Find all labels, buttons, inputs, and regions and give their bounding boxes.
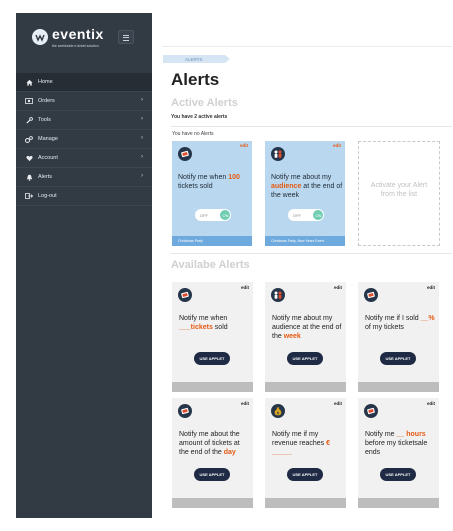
edit-link[interactable]: edit bbox=[334, 401, 342, 406]
chevron-right-icon: › bbox=[141, 154, 143, 160]
section-divider bbox=[171, 253, 452, 254]
available-alert-card: edit Notify me if I sold __% of my ticke… bbox=[358, 282, 439, 392]
empty-alert-slot[interactable]: Activate your Alert from the list bbox=[358, 141, 440, 246]
available-alert-card: edit Notify me __ hours before my ticket… bbox=[358, 398, 439, 508]
toggle-off-label: OFF bbox=[200, 212, 208, 218]
sidebar-item-alerts[interactable]: Alerts › bbox=[16, 168, 152, 187]
active-alert-card[interactable]: edit Notify me when 100 tickets sold OFF… bbox=[172, 141, 252, 246]
brand-name: eventix bbox=[52, 26, 104, 42]
home-icon bbox=[25, 78, 33, 86]
edit-link[interactable]: edit bbox=[240, 143, 248, 148]
sidebar-item-label: Tools bbox=[38, 117, 51, 123]
use-applet-button[interactable]: USE APPLET bbox=[287, 352, 323, 365]
ticket-icon bbox=[178, 404, 192, 418]
ticket-icon bbox=[178, 147, 192, 161]
active-alert-card[interactable]: edit Notify me about my audience at the … bbox=[265, 141, 345, 246]
sidebar-item-home[interactable]: Home bbox=[16, 73, 152, 92]
orders-icon bbox=[25, 97, 33, 105]
available-alert-card: edit Notify me about the amount of ticke… bbox=[172, 398, 253, 508]
card-footer: Christmas Party, New Years Event bbox=[265, 236, 345, 246]
page-title: Alerts bbox=[171, 70, 220, 89]
alert-text: Notify me __ hours before my ticketsale … bbox=[365, 431, 428, 456]
sidebar-item-account[interactable]: Account › bbox=[16, 149, 152, 168]
sidebar-item-label: Manage bbox=[38, 136, 58, 142]
card-footer bbox=[172, 498, 253, 508]
breadcrumb-label: ALERTS bbox=[185, 56, 203, 62]
alert-text: Notify me about the amount of tickets at… bbox=[179, 431, 240, 456]
alert-text: Notify me when 100 tickets sold bbox=[178, 174, 240, 190]
ticket-icon bbox=[364, 288, 378, 302]
brand: eventix the worldwide e-ticket solution bbox=[16, 13, 152, 71]
edit-link[interactable]: edit bbox=[427, 401, 435, 406]
money-bag-icon: $ bbox=[271, 404, 285, 418]
chevron-right-icon: › bbox=[141, 135, 143, 141]
sidebar-item-orders[interactable]: Orders › bbox=[16, 92, 152, 111]
menu-toggle-icon[interactable] bbox=[118, 30, 134, 44]
sidebar-item-label: Log-out bbox=[38, 193, 57, 199]
use-applet-button[interactable]: USE APPLET bbox=[194, 352, 230, 365]
ticket-icon bbox=[364, 404, 378, 418]
card-footer bbox=[265, 382, 346, 392]
section-divider bbox=[171, 126, 452, 127]
toggle-on-label: ON bbox=[222, 212, 229, 218]
alert-text: Notify me if my revenue reaches € _____ bbox=[272, 431, 330, 456]
chevron-right-icon: › bbox=[141, 116, 143, 122]
edit-link[interactable]: edit bbox=[241, 401, 249, 406]
sidebar-item-logout[interactable]: Log-out bbox=[16, 187, 152, 206]
brand-tagline: the worldwide e-ticket solution bbox=[52, 44, 99, 48]
breadcrumb[interactable]: ALERTS bbox=[163, 55, 230, 63]
event-names: Christmas Party, New Years Event bbox=[271, 239, 325, 243]
no-alerts-note: You have no Alerts bbox=[172, 131, 214, 137]
edit-link[interactable]: edit bbox=[334, 285, 342, 290]
edit-link[interactable]: edit bbox=[333, 143, 341, 148]
available-alert-card: edit Notify me when ___tickets sold USE … bbox=[172, 282, 253, 392]
use-applet-button[interactable]: USE APPLET bbox=[194, 468, 230, 481]
active-alerts-count: You have 2 active alerts bbox=[171, 114, 228, 120]
sidebar: eventix the worldwide e-ticket solution … bbox=[16, 13, 152, 518]
available-alert-card: $ edit Notify me if my revenue reaches €… bbox=[265, 398, 346, 508]
alert-text: Notify me about my audience at the end o… bbox=[271, 174, 343, 199]
wrench-icon bbox=[25, 116, 33, 124]
toggle-on-label: ON bbox=[315, 212, 322, 218]
sidebar-item-manage[interactable]: Manage › bbox=[16, 130, 152, 149]
gears-icon bbox=[25, 135, 33, 143]
card-footer bbox=[358, 498, 439, 508]
chevron-right-icon: › bbox=[141, 97, 143, 103]
edit-link[interactable]: edit bbox=[427, 285, 435, 290]
empty-slot-text: Activate your Alert from the list bbox=[370, 182, 428, 198]
card-footer: Christmas Party bbox=[172, 236, 252, 246]
card-footer bbox=[358, 382, 439, 392]
card-footer bbox=[172, 382, 253, 392]
people-icon bbox=[271, 147, 285, 161]
sidebar-item-label: Account bbox=[38, 155, 58, 161]
ticket-icon bbox=[178, 288, 192, 302]
alert-text: Notify me if I sold __% of my tickets bbox=[365, 315, 435, 331]
active-alerts-heading: Active Alerts bbox=[171, 97, 238, 109]
sidebar-item-tools[interactable]: Tools › bbox=[16, 111, 152, 130]
alert-toggle[interactable]: OFF ON bbox=[288, 209, 324, 221]
sidebar-nav: Home Orders › Tools › Manage › Account ›… bbox=[16, 73, 152, 206]
event-names: Christmas Party bbox=[178, 239, 203, 243]
chevron-right-icon: › bbox=[141, 173, 143, 179]
alert-text: Notify me about my audience at the end o… bbox=[272, 315, 342, 340]
bell-icon bbox=[25, 173, 33, 181]
toggle-off-label: OFF bbox=[293, 212, 301, 218]
use-applet-button[interactable]: USE APPLET bbox=[287, 468, 323, 481]
use-applet-button[interactable]: USE APPLET bbox=[380, 352, 416, 365]
available-alert-card: edit Notify me about my audience at the … bbox=[265, 282, 346, 392]
people-icon bbox=[271, 288, 285, 302]
edit-link[interactable]: edit bbox=[241, 285, 249, 290]
sidebar-item-label: Orders bbox=[38, 98, 55, 104]
logo-icon bbox=[32, 29, 48, 45]
alert-toggle[interactable]: OFF ON bbox=[195, 209, 231, 221]
card-footer bbox=[265, 498, 346, 508]
sidebar-item-label: Home bbox=[38, 79, 53, 85]
logout-icon bbox=[25, 192, 33, 200]
available-alerts-heading: Availabe Alerts bbox=[171, 259, 250, 271]
sidebar-item-label: Alerts bbox=[38, 174, 53, 180]
alert-text: Notify me when ___tickets sold bbox=[179, 315, 228, 331]
use-applet-button[interactable]: USE APPLET bbox=[380, 468, 416, 481]
header-divider bbox=[162, 46, 452, 47]
heart-icon bbox=[25, 154, 33, 162]
